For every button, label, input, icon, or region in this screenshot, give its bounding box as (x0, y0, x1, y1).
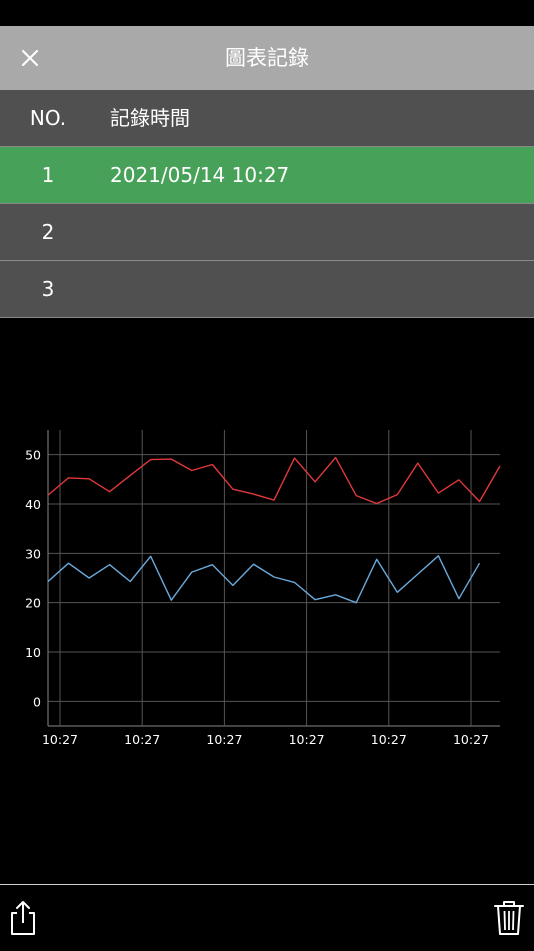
table-row[interactable]: 1 2021/05/14 10:27 (0, 147, 534, 204)
record-table: NO. 記錄時間 1 2021/05/14 10:27 2 3 (0, 90, 534, 318)
table-row[interactable]: 2 (0, 204, 534, 261)
row-number: 3 (41, 277, 55, 301)
page-title: 圖表記錄 (225, 46, 309, 70)
x-tick-label: 10:27 (453, 732, 489, 747)
x-tick-label: 10:27 (289, 732, 325, 747)
series-line-1 (47, 456, 501, 505)
close-icon (21, 49, 39, 67)
row-number: 1 (41, 163, 55, 187)
row-number: 2 (41, 220, 55, 244)
share-icon (11, 901, 35, 935)
column-header-time: 記錄時間 (110, 106, 190, 130)
x-tick-label: 10:27 (371, 732, 407, 747)
x-tick-label: 10:27 (206, 732, 242, 747)
share-button[interactable] (6, 899, 40, 937)
y-tick-label: 0 (33, 694, 41, 709)
close-button[interactable] (14, 42, 46, 74)
bottom-toolbar (0, 884, 534, 951)
column-header-no: NO. (29, 106, 67, 130)
line-chart: 0 10 20 30 40 50 10:27 10:27 10:27 10:27 10:27 10:2… (0, 420, 534, 760)
x-tick-label: 10:27 (124, 732, 160, 747)
delete-button[interactable] (492, 899, 526, 937)
y-tick-label: 30 (25, 546, 41, 561)
x-tick-label: 10:27 (42, 732, 78, 747)
header-bar: 圖表記錄 (0, 26, 534, 90)
trash-icon (494, 901, 524, 935)
y-tick-label: 40 (25, 497, 41, 512)
table-row[interactable]: 3 (0, 261, 534, 318)
row-time: 2021/05/14 10:27 (110, 163, 290, 187)
table-header-row: NO. 記錄時間 (0, 90, 534, 147)
y-tick-label: 10 (25, 645, 41, 660)
chart-svg: 0 10 20 30 40 50 10:27 10:27 10:27 10:27 10:27 10:2… (25, 430, 501, 747)
y-tick-label: 20 (25, 596, 41, 611)
y-tick-label: 50 (25, 448, 41, 463)
series-line-2 (47, 555, 481, 604)
